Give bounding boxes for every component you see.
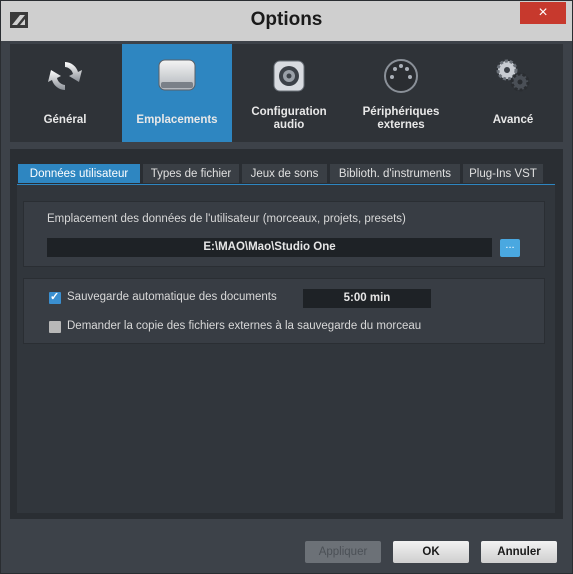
category-label: Général	[43, 114, 87, 126]
tab-file-types[interactable]: Types de fichier	[142, 163, 240, 184]
tab-instrument-library[interactable]: Biblioth. d'instruments	[329, 163, 461, 184]
tab-vst-plugins[interactable]: Plug-Ins VST	[462, 163, 544, 184]
drive-icon	[158, 59, 196, 91]
category-label: Avancé	[492, 114, 534, 126]
category-external-devices[interactable]: Périphériques externes	[346, 44, 456, 142]
options-window: Options × Général Emplacements Configura…	[0, 0, 573, 574]
category-bar: Général Emplacements Configuration audio	[10, 44, 563, 142]
browse-button[interactable]: ...	[500, 239, 520, 257]
window-title: Options	[250, 9, 323, 30]
ok-button[interactable]: OK	[393, 541, 469, 563]
autosave-interval-field[interactable]: 5:00 min	[303, 289, 431, 308]
user-data-path-field[interactable]: E:\MAO\Mao\Studio One	[47, 238, 492, 257]
autosave-label: Sauvegarde automatique des documents	[67, 291, 277, 303]
category-general[interactable]: Général	[10, 44, 120, 142]
autosave-checkbox[interactable]	[49, 290, 61, 304]
tab-user-data[interactable]: Données utilisateur	[17, 163, 141, 184]
category-advanced[interactable]: Avancé	[458, 44, 568, 142]
category-label: Périphériques externes	[362, 106, 440, 131]
category-audio-setup[interactable]: Configuration audio	[234, 44, 344, 142]
title-bar[interactable]: Options ×	[1, 1, 572, 41]
category-locations[interactable]: Emplacements	[122, 44, 232, 142]
category-label: Emplacements	[136, 114, 218, 126]
apply-button[interactable]: Appliquer	[305, 541, 381, 563]
close-button[interactable]: ×	[520, 2, 566, 24]
category-label: Configuration audio	[251, 106, 327, 131]
autosave-group	[23, 278, 545, 344]
speaker-icon	[273, 60, 305, 92]
copy-external-label: Demander la copie des fichiers externes …	[67, 320, 422, 332]
cancel-button[interactable]: Annuler	[481, 541, 557, 563]
copy-external-checkbox[interactable]	[49, 321, 61, 333]
location-label: Emplacement des données de l'utilisateur…	[47, 213, 406, 225]
tab-sound-sets[interactable]: Jeux de sons	[241, 163, 328, 184]
gears-icon	[496, 59, 530, 92]
midi-icon	[384, 59, 418, 93]
refresh-icon	[48, 62, 82, 90]
user-data-location-group	[23, 201, 545, 267]
